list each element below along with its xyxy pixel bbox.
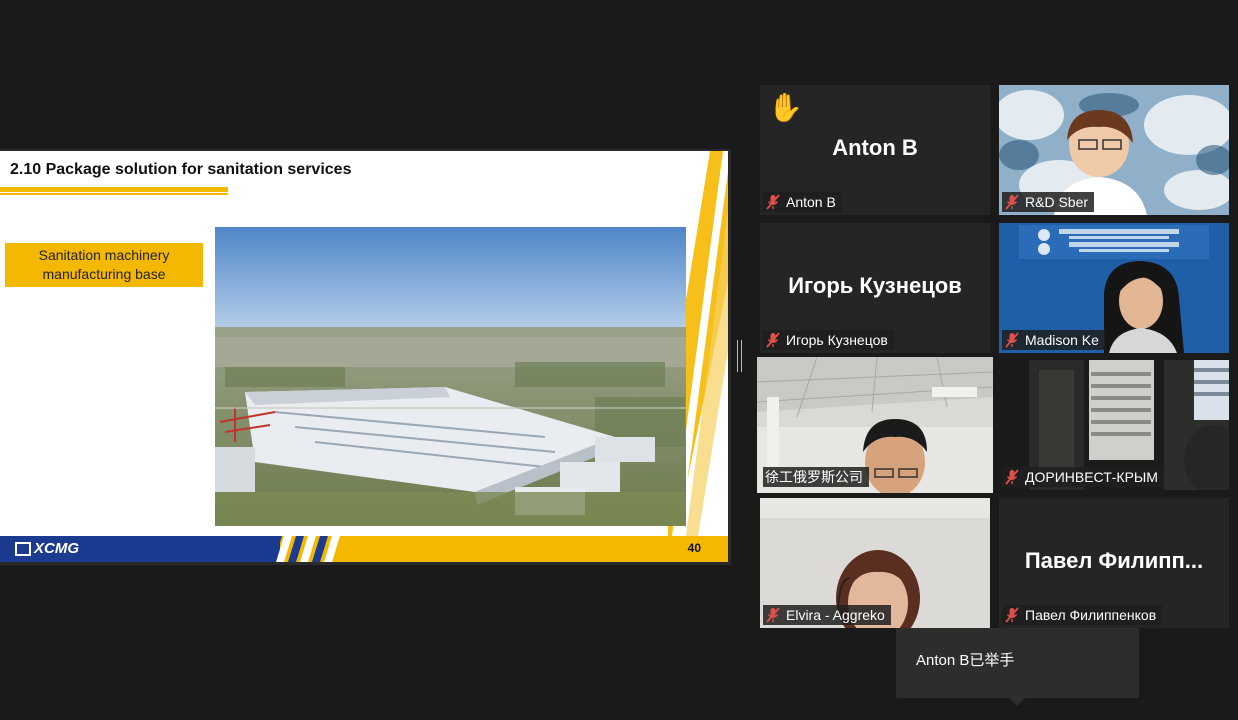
hand-raised-notification[interactable]: Anton B已举手 bbox=[896, 628, 1139, 706]
participant-label: 徐工俄罗斯公司 bbox=[763, 467, 869, 487]
participant-name: Павел Филиппенков bbox=[1025, 607, 1157, 623]
page-number: 40 bbox=[687, 541, 701, 555]
mic-muted-icon bbox=[1005, 194, 1019, 210]
participant-name: Elvira - Aggreko bbox=[786, 607, 885, 623]
participant-tile-igor-kuznetsov[interactable]: Игорь Кузнецов Игорь Кузнецов bbox=[760, 223, 990, 353]
participant-tile-pavel-filippenkov[interactable]: Павел Филипп... Павел Филиппенков bbox=[999, 498, 1229, 628]
mic-muted-icon bbox=[766, 194, 780, 210]
participant-label: ДОРИНВЕСТ-КРЫМ bbox=[1002, 467, 1164, 487]
participant-name: Madison Ke bbox=[1025, 332, 1099, 348]
participant-tile-dorinvest-krym[interactable]: ДОРИНВЕСТ-КРЫМ bbox=[999, 360, 1229, 490]
participant-label: Elvira - Aggreko bbox=[763, 605, 891, 625]
mic-muted-icon bbox=[766, 332, 780, 348]
participant-label: Madison Ke bbox=[1002, 330, 1105, 350]
xcmg-logo: XCMG bbox=[15, 540, 79, 557]
mic-muted-icon bbox=[1005, 332, 1019, 348]
participant-name: Anton B bbox=[786, 194, 836, 210]
presentation-slide: 2.10 Package solution for sanitation ser… bbox=[0, 151, 728, 562]
participant-label: R&D Sber bbox=[1002, 192, 1095, 212]
panel-resize-handle[interactable] bbox=[737, 340, 742, 372]
mic-muted-icon bbox=[1005, 607, 1019, 623]
title-underline-thin bbox=[0, 193, 228, 195]
mic-muted-icon bbox=[766, 607, 780, 623]
participant-name: Игорь Кузнецов bbox=[786, 332, 888, 348]
raised-hand-icon: ✋ bbox=[768, 92, 803, 123]
participant-name: 徐工俄罗斯公司 bbox=[765, 469, 863, 485]
participant-label: Anton B bbox=[763, 192, 842, 212]
xcmg-logo-icon bbox=[15, 541, 31, 556]
participant-display-name: Игорь Кузнецов bbox=[788, 273, 962, 298]
mic-muted-icon bbox=[1005, 469, 1019, 485]
participant-tile-rd-sber[interactable]: R&D Sber bbox=[999, 85, 1229, 215]
factory-photo bbox=[215, 227, 686, 526]
participant-tile-anton-b[interactable]: ✋ Anton B Anton B bbox=[760, 85, 990, 215]
title-underline bbox=[0, 187, 228, 192]
participant-name: R&D Sber bbox=[1025, 194, 1089, 210]
footer-stripes bbox=[272, 536, 340, 562]
participant-tile-xcmg-russia[interactable]: 徐工俄罗斯公司 bbox=[757, 357, 993, 493]
participant-tile-elvira-aggreko[interactable]: Elvira - Aggreko bbox=[760, 498, 990, 628]
slide-title: 2.10 Package solution for sanitation ser… bbox=[10, 161, 352, 178]
participant-display-name: Павел Филипп... bbox=[1024, 548, 1204, 573]
section-label: Sanitation machinery manufacturing base bbox=[5, 243, 203, 287]
tooltip-arrow bbox=[1008, 697, 1026, 706]
participant-display-name: Anton B bbox=[832, 135, 918, 160]
shared-screen[interactable]: 2.10 Package solution for sanitation ser… bbox=[0, 149, 731, 565]
notification-text: Anton B已举手 bbox=[916, 652, 1015, 669]
participant-tile-madison-ke[interactable]: Madison Ke bbox=[999, 223, 1229, 353]
participant-label: Игорь Кузнецов bbox=[763, 330, 894, 350]
participant-label: Павел Филиппенков bbox=[1002, 605, 1163, 625]
participant-name: ДОРИНВЕСТ-КРЫМ bbox=[1025, 469, 1158, 485]
brand-name: XCMG bbox=[34, 540, 79, 557]
